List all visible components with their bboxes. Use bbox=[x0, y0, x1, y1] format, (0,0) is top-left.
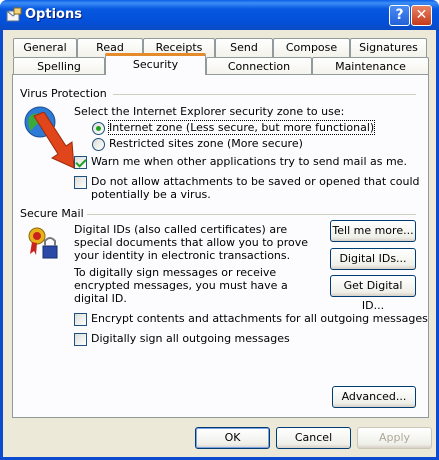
digital-ids-button[interactable]: Digital IDs... bbox=[330, 248, 416, 270]
close-button[interactable]: ✕ bbox=[411, 5, 432, 26]
tab-send[interactable]: Send bbox=[215, 38, 273, 57]
window-title: Options bbox=[25, 7, 82, 22]
security-panel bbox=[12, 74, 429, 418]
options-dialog: Options ? ✕ General Read Receipts Send C… bbox=[0, 0, 439, 460]
cancel-button[interactable]: Cancel bbox=[276, 427, 351, 449]
get-digital-id-button[interactable]: Get Digital ID... bbox=[330, 275, 416, 312]
tell-me-more-button[interactable]: Tell me more... bbox=[330, 220, 416, 242]
apply-button[interactable]: Apply bbox=[357, 427, 432, 449]
ok-button[interactable]: OK bbox=[195, 427, 270, 449]
tab-signatures[interactable]: Signatures bbox=[350, 38, 427, 57]
advanced-button[interactable]: Advanced... bbox=[332, 386, 416, 408]
tab-security[interactable]: Security bbox=[105, 53, 206, 75]
options-app-icon bbox=[6, 7, 22, 22]
help-button[interactable]: ? bbox=[389, 5, 410, 26]
tab-general[interactable]: General bbox=[13, 38, 77, 57]
tab-compose[interactable]: Compose bbox=[273, 38, 350, 57]
title-bar[interactable]: Options ? ✕ bbox=[0, 0, 439, 30]
